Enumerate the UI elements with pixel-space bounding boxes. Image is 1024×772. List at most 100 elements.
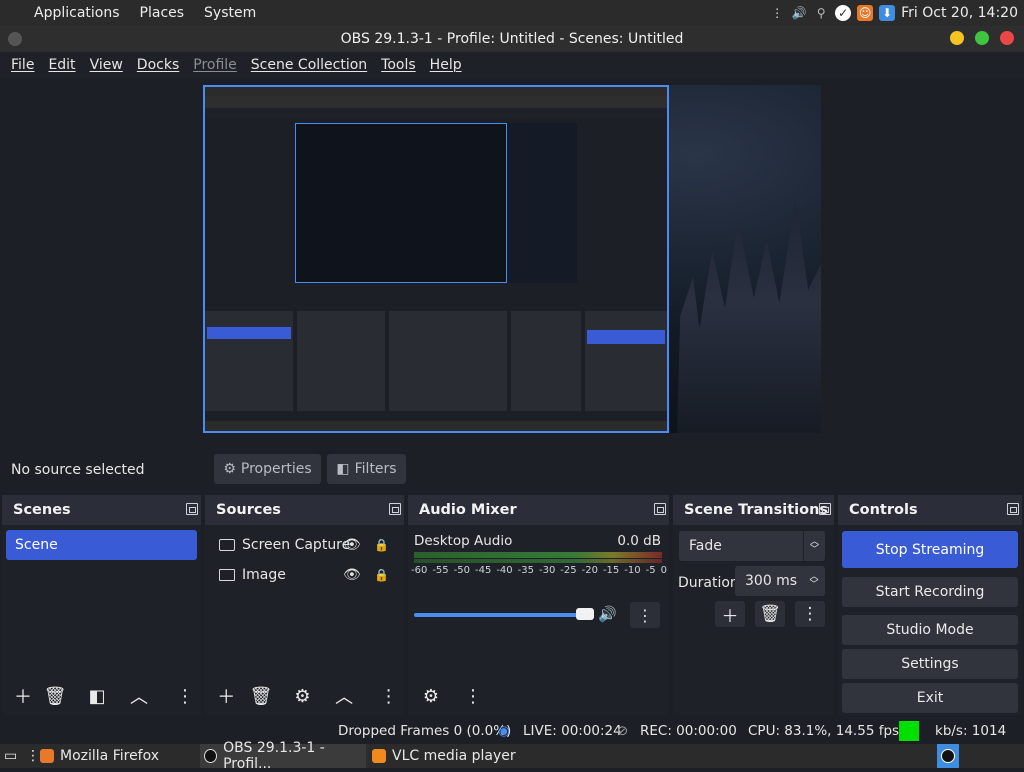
taskbar-item-obs[interactable]: OBS 29.1.3-1 - Profil... <box>200 740 366 772</box>
remove-source-button[interactable]: 🗑 <box>246 682 277 710</box>
add-transition-button[interactable]: ＋ <box>715 601 745 627</box>
speaker-icon[interactable]: 🔊 <box>598 605 617 623</box>
nested-preview-right <box>507 123 577 283</box>
scenes-dock: Scenes Scene ＋ 🗑 ◧ ︿ ⋮ <box>2 495 201 715</box>
meter-tick: -10 <box>624 565 641 576</box>
preview-area[interactable] <box>0 78 1024 446</box>
exit-button[interactable]: Exit <box>842 683 1018 713</box>
undock-icon[interactable] <box>389 503 401 515</box>
volume-icon[interactable]: 🔊 <box>791 5 807 21</box>
move-source-up-button[interactable]: ︿ <box>329 682 360 710</box>
properties-button-label: Properties <box>240 461 312 477</box>
screen-capture-source[interactable] <box>203 85 669 433</box>
undock-icon[interactable] <box>1007 503 1019 515</box>
nested-sources <box>297 311 385 411</box>
audio-mixer-body: Desktop Audio 0.0 dB -60 -55 -50 -45 -40… <box>408 525 669 715</box>
remove-transition-button[interactable]: 🗑 <box>755 601 785 627</box>
advanced-audio-button[interactable]: ⚙ <box>415 682 447 710</box>
download-icon[interactable]: ⬇ <box>879 5 896 21</box>
lock-icon[interactable]: 🔒 <box>374 568 389 582</box>
undock-icon[interactable] <box>819 503 831 515</box>
source-properties-button[interactable]: ⚙ <box>287 682 318 710</box>
menu-view[interactable]: View <box>83 57 130 73</box>
filters-icon: ◧ <box>336 461 350 477</box>
menu-docks[interactable]: Docks <box>130 57 186 73</box>
more-icon[interactable]: ⋮ <box>769 5 785 21</box>
vlc-icon <box>372 749 386 763</box>
duration-label: Duration <box>678 575 739 591</box>
scene-filters-button[interactable]: ◧ <box>81 682 113 710</box>
menu-profile[interactable]: Profile <box>186 57 244 73</box>
notification-icon[interactable]: ☺ <box>857 5 874 21</box>
audio-mixer-dock-header: Audio Mixer <box>408 495 669 525</box>
nested-transitions <box>511 311 581 411</box>
applications-menu[interactable]: Applications <box>34 5 120 21</box>
lock-icon[interactable]: 🔒 <box>374 538 389 552</box>
volume-slider-handle[interactable] <box>576 608 594 620</box>
system-tray: ⋮ 🔊 ⚲ ✓ ☺ ⬇ Fri Oct 20, 14:20 <box>769 0 1024 26</box>
mixer-more-button[interactable]: ⋮ <box>457 682 489 710</box>
undock-icon[interactable] <box>186 503 198 515</box>
sources-dock-header: Sources <box>205 495 404 525</box>
transition-select[interactable]: Fade ︿ ﹀ <box>679 531 825 561</box>
spinner-arrows-icon[interactable]: ︿ ﹀ <box>803 566 825 596</box>
maximize-button[interactable] <box>975 31 989 45</box>
monitor-icon <box>219 539 235 551</box>
taskbar-item-vlc[interactable]: VLC media player <box>370 744 540 768</box>
close-button[interactable] <box>1000 31 1014 45</box>
filters-button[interactable]: ◧ Filters <box>327 454 406 484</box>
show-desktop-button[interactable]: ▭ <box>4 744 17 768</box>
obs-tray-icon[interactable] <box>937 744 959 768</box>
scene-item[interactable]: Scene <box>6 530 197 560</box>
minimize-button[interactable] <box>950 31 964 45</box>
scenes-list[interactable]: Scene ＋ 🗑 ◧ ︿ ⋮ <box>2 525 201 715</box>
menu-help[interactable]: Help <box>423 57 469 73</box>
status-bar: Dropped Frames 0 (0.0%) ◉ LIVE: 00:00:24… <box>0 719 1024 744</box>
preview-canvas[interactable] <box>203 85 821 433</box>
scene-transitions-dock-title: Scene Transitions <box>684 502 829 518</box>
duration-input[interactable]: 300 ms ︿ ﹀ <box>735 566 825 596</box>
source-item[interactable]: Screen Capture 👁 🔒 <box>205 530 404 560</box>
undock-icon[interactable] <box>654 503 666 515</box>
sources-list[interactable]: Screen Capture 👁 🔒 Image 👁 🔒 ＋ 🗑 ⚙ ︿ ⋮ <box>205 525 404 715</box>
system-menu[interactable]: System <box>204 5 256 21</box>
check-icon[interactable]: ✓ <box>835 5 852 21</box>
scene-more-button[interactable]: ⋮ <box>169 682 201 710</box>
window-titlebar[interactable]: OBS 29.1.3-1 - Profile: Untitled - Scene… <box>0 26 1024 52</box>
places-menu[interactable]: Places <box>140 5 185 21</box>
volume-slider-track[interactable] <box>414 613 588 617</box>
add-source-button[interactable]: ＋ <box>211 682 242 710</box>
settings-button[interactable]: Settings <box>842 649 1018 679</box>
stop-streaming-button[interactable]: Stop Streaming <box>842 531 1018 568</box>
nested-stop-button <box>587 330 665 344</box>
source-item[interactable]: Image 👁 🔒 <box>205 560 404 590</box>
menu-edit[interactable]: Edit <box>41 57 82 73</box>
window-menu-icon[interactable] <box>8 32 22 46</box>
network-icon[interactable]: ⚲ <box>813 5 829 21</box>
menu-file[interactable]: File <box>4 57 41 73</box>
meter-tick: -50 <box>453 565 470 576</box>
move-scene-up-button[interactable]: ︿ <box>123 682 155 710</box>
visibility-eye-icon[interactable]: 👁 <box>343 537 361 553</box>
scene-transitions-dock: Scene Transitions Fade ︿﹀ Duration 300 m… <box>673 495 834 715</box>
meter-tick: -40 <box>496 565 513 576</box>
window-title: OBS 29.1.3-1 - Profile: Untitled - Scene… <box>340 31 684 47</box>
live-broadcast-icon: ◉ <box>498 723 510 739</box>
taskbar-item-firefox[interactable]: Mozilla Firefox <box>38 744 196 768</box>
source-more-button[interactable]: ⋮ <box>373 682 404 710</box>
studio-mode-button[interactable]: Studio Mode <box>842 615 1018 645</box>
add-scene-button[interactable]: ＋ <box>7 682 39 710</box>
audio-channel-menu-button[interactable]: ⋮ <box>630 602 660 628</box>
properties-button[interactable]: ⚙ Properties <box>214 454 321 484</box>
menu-scene-collection[interactable]: Scene Collection <box>244 57 374 73</box>
transition-more-button[interactable]: ⋮ <box>795 601 825 627</box>
rec-disabled-icon: ⊘ <box>617 723 629 739</box>
clock[interactable]: Fri Oct 20, 14:20 <box>901 5 1018 21</box>
visibility-eye-icon[interactable]: 👁 <box>343 567 361 583</box>
sources-dock: Sources Screen Capture 👁 🔒 Image 👁 🔒 ＋ 🗑… <box>205 495 404 715</box>
controls-dock: Controls Stop Streaming Start Recording … <box>838 495 1022 715</box>
start-recording-button[interactable]: Start Recording <box>842 577 1018 607</box>
remove-scene-button[interactable]: 🗑 <box>39 682 71 710</box>
menu-tools[interactable]: Tools <box>374 57 423 73</box>
rec-time: REC: 00:00:00 <box>640 723 737 739</box>
